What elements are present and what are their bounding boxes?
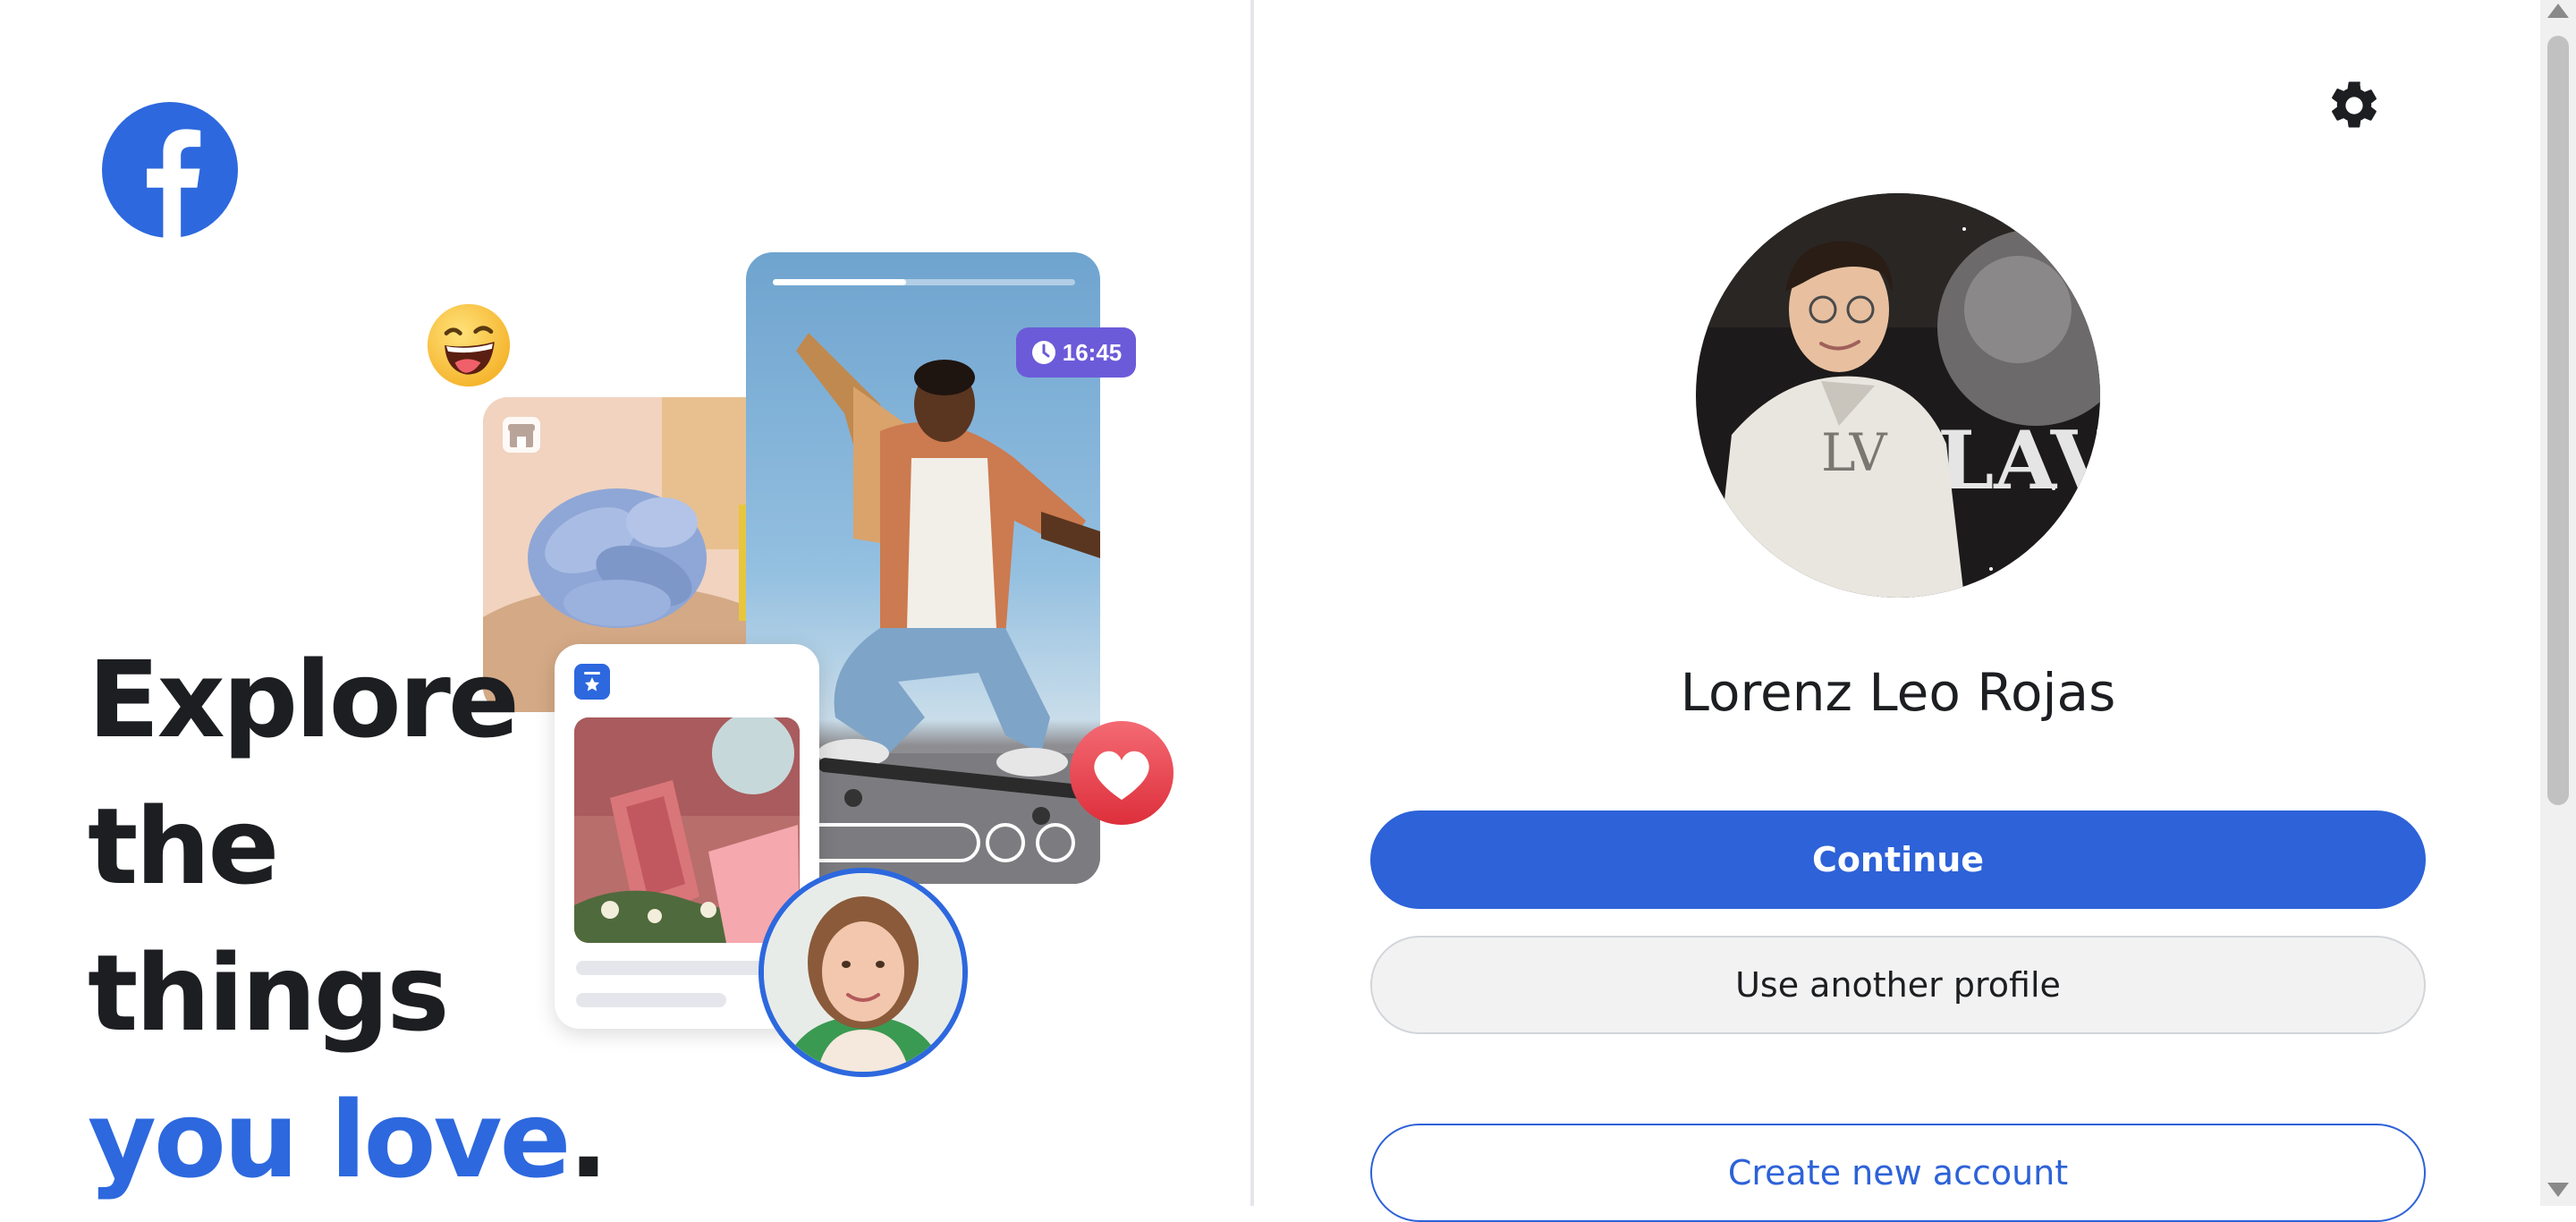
create-new-account-label: Create new account <box>1727 1153 2069 1192</box>
headline-line-1: Explore <box>88 638 520 761</box>
continue-button[interactable]: Continue <box>1370 810 2426 909</box>
profile-avatar[interactable]: LAV LV <box>1696 193 2100 598</box>
friend-avatar <box>758 868 968 1077</box>
timer-badge: 16:45 <box>1016 327 1136 378</box>
headline-line-2: the <box>88 785 279 908</box>
create-new-account-button[interactable]: Create new account <box>1370 1124 2426 1222</box>
headline-period: . <box>568 1078 609 1201</box>
use-another-profile-label: Use another profile <box>1735 965 2061 1005</box>
svg-text:LV: LV <box>1821 422 1888 483</box>
use-another-profile-button[interactable]: Use another profile <box>1370 936 2426 1034</box>
heart-icon <box>1070 721 1174 825</box>
scrollbar-thumb[interactable] <box>2547 36 2569 805</box>
headline-accent: you love <box>88 1078 572 1201</box>
scroll-up-arrow-icon[interactable] <box>2547 4 2569 18</box>
hero-headline: Explore the things you love. <box>88 626 609 1206</box>
headline-line-3: things <box>88 931 450 1055</box>
clock-icon <box>1031 341 1055 364</box>
timer-label: 16:45 <box>1062 338 1123 366</box>
facebook-logo-icon <box>102 102 238 238</box>
panel-divider <box>1250 0 1254 1206</box>
page-scrollbar[interactable] <box>2540 0 2576 1206</box>
event-photo <box>574 717 800 943</box>
continue-button-label: Continue <box>1811 840 1985 879</box>
svg-text:LAV: LAV <box>1937 413 2100 508</box>
promo-panel: 16:45 Explore the things you love. <box>0 0 1250 1206</box>
gear-icon[interactable] <box>2326 77 2383 134</box>
laughing-emoji-icon <box>427 303 511 387</box>
marketplace-icon <box>503 417 540 453</box>
profile-name: Lorenz Leo Rojas <box>1680 662 2116 723</box>
scroll-down-arrow-icon[interactable] <box>2547 1183 2569 1197</box>
